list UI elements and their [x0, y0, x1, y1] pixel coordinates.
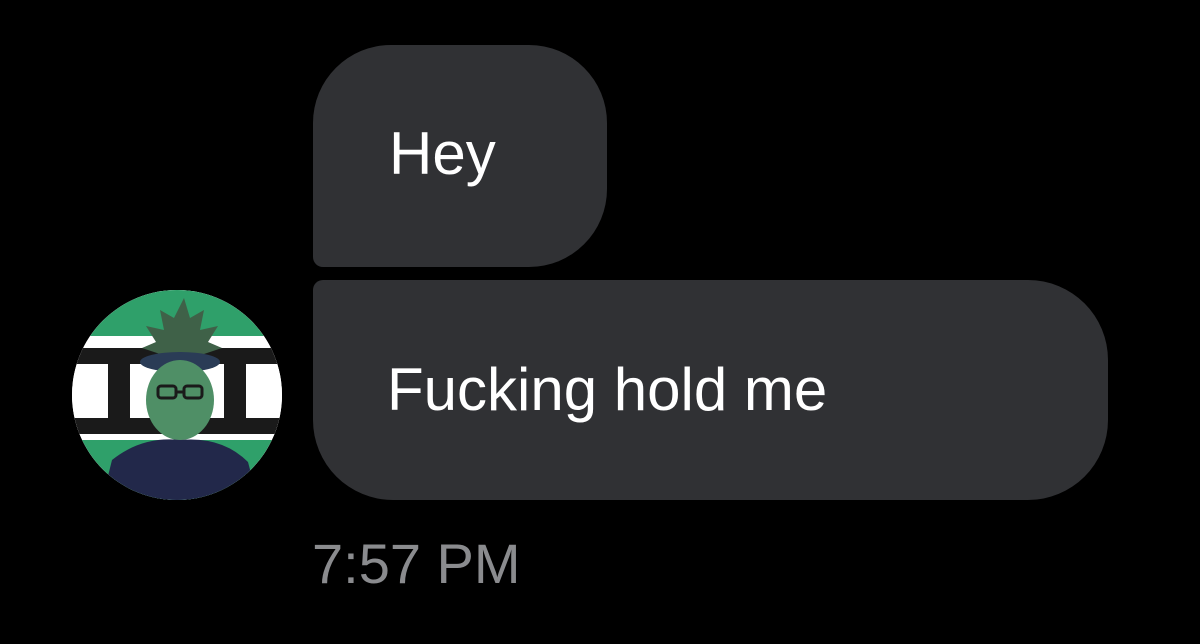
message-bubble[interactable]: Hey	[313, 45, 607, 267]
sender-avatar[interactable]	[72, 290, 282, 500]
message-timestamp: 7:57 PM	[312, 532, 521, 595]
message-text: Fucking hold me	[387, 356, 828, 423]
profile-avatar-icon	[72, 290, 282, 500]
message-thread: Hey Fucking hold me 7:57 PM	[0, 0, 1200, 644]
message-text: Hey	[389, 120, 496, 187]
message-bubble[interactable]: Fucking hold me	[313, 280, 1108, 500]
